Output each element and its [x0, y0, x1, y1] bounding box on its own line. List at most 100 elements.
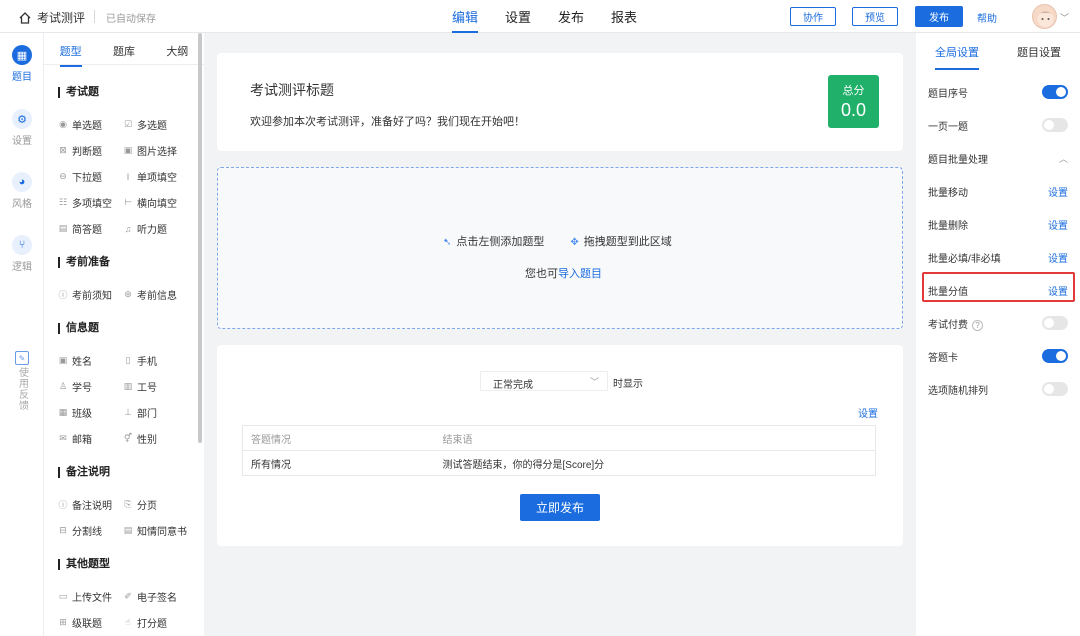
batch-delete-settings-link[interactable]: 设置	[1048, 217, 1068, 232]
setting-answer-card: 答题卡	[928, 347, 1068, 365]
qtype-label: 打分题	[137, 619, 167, 630]
nav-tab-settings[interactable]: 设置	[505, 7, 531, 33]
qtype-page[interactable]: ⎘ 分页	[123, 497, 157, 512]
radio-icon: ◉	[59, 119, 67, 129]
qtype-class[interactable]: ▦ 班级	[58, 405, 92, 420]
collaborate-button[interactable]: 协作	[790, 7, 836, 26]
publish-button[interactable]: 发布	[915, 6, 963, 27]
paid-toggle[interactable]	[1042, 316, 1068, 330]
tab-label: 题库	[112, 46, 135, 58]
qtype-phone[interactable]: ▯ 手机	[123, 353, 157, 368]
image-icon: ▣	[123, 145, 133, 155]
tab-question-settings[interactable]: 题目设置	[998, 33, 1080, 71]
section-info: 信息题	[58, 323, 99, 334]
completion-select[interactable]: 正常完成 ﹀	[480, 371, 608, 391]
rail-label: 设置	[12, 136, 32, 147]
show-when-label: 时显示	[613, 379, 643, 390]
answer-card-toggle[interactable]	[1042, 349, 1068, 363]
feedback-button[interactable]: ✎ 使用反馈	[14, 351, 30, 411]
qtype-divider[interactable]: ⊟ 分割线	[58, 523, 102, 538]
one-per-page-toggle[interactable]	[1042, 118, 1068, 132]
chevron-up-icon[interactable]: ︿	[1059, 152, 1068, 165]
tab-question-types[interactable]: 题型	[44, 33, 97, 67]
import-questions-link[interactable]: 导入题目	[558, 268, 602, 280]
qtype-label: 姓名	[72, 357, 92, 368]
checkbox-icon: ☑	[123, 119, 133, 129]
nav-tab-report[interactable]: 报表	[611, 7, 637, 33]
qtype-multi[interactable]: ☑ 多选题	[123, 117, 167, 132]
home-link[interactable]: 考试测评	[18, 9, 85, 26]
end-settings-link[interactable]: 设置	[858, 405, 878, 420]
qtype-jobno[interactable]: ▥ 工号	[123, 379, 157, 394]
qtype-name[interactable]: ▣ 姓名	[58, 353, 92, 368]
qtype-judge[interactable]: ⊠ 判断题	[58, 143, 102, 158]
question-drop-zone[interactable]: ➷ 点击左侧添加题型 ✥ 拖拽题型到此区域 您也可导入题目	[217, 167, 903, 329]
qtype-examinfo[interactable]: ⊛ 考前信息	[123, 287, 177, 302]
drop-hints: ➷ 点击左侧添加题型 ✥ 拖拽题型到此区域	[443, 233, 672, 249]
qtype-label: 学号	[72, 383, 92, 394]
feedback-label: 使用反馈	[16, 367, 28, 411]
total-score-badge: 总分 0.0	[828, 75, 879, 128]
nav-tab-publish[interactable]: 发布	[558, 7, 584, 33]
qtype-multifill[interactable]: ☷ 多项填空	[58, 195, 112, 210]
pen-icon: ✐	[124, 591, 132, 601]
qtype-image[interactable]: ▣ 图片选择	[123, 143, 177, 158]
hint-text: 点击左侧添加题型	[456, 236, 545, 248]
cascade-icon: ⊞	[59, 617, 67, 627]
qtype-sid[interactable]: ♙ 学号	[58, 379, 92, 394]
tab-label: 题目设置	[1017, 47, 1061, 59]
tab-label: 全局设置	[935, 44, 979, 70]
rail-item-questions[interactable]: ▦ 题目	[0, 45, 44, 83]
tab-global-settings[interactable]: 全局设置	[916, 33, 998, 71]
qtype-consent[interactable]: ▤ 知情同意书	[123, 523, 187, 538]
rail-item-settings[interactable]: ⚙ 设置	[0, 109, 44, 147]
qtype-label: 下拉题	[72, 173, 102, 184]
qtype-label: 备注说明	[72, 501, 112, 512]
qtype-cascade[interactable]: ⊞ 级联题	[58, 615, 102, 630]
qtype-remark[interactable]: ⓘ 备注说明	[58, 497, 112, 512]
chevron-down-icon[interactable]: ﹀	[1060, 11, 1069, 24]
import-prefix: 您也可	[525, 268, 558, 280]
question-panel-scrollbar[interactable]	[198, 33, 202, 443]
qtype-single[interactable]: ◉ 单选题	[58, 117, 102, 132]
qtype-fill[interactable]: I 单项填空	[123, 169, 177, 185]
batch-required-settings-link[interactable]: 设置	[1048, 250, 1068, 265]
qtype-sign[interactable]: ✐ 电子签名	[123, 589, 177, 604]
judge-icon: ⊠	[59, 145, 67, 155]
preview-button[interactable]: 预览	[852, 7, 898, 26]
help-icon[interactable]: ?	[972, 319, 983, 331]
batch-move-settings-link[interactable]: 设置	[1048, 184, 1068, 199]
settings-panel: 全局设置 题目设置 题目序号 一页一题 题目批量处理 ︿ 批量移动 设置 批量删…	[916, 33, 1080, 636]
qtype-dropdown[interactable]: ⊖ 下拉题	[58, 169, 102, 184]
exam-header-card[interactable]: 考试测评标题 欢迎参加本次考试测评，准备好了吗？我们现在开始吧！ 总分 0.0	[217, 53, 903, 151]
qtype-label: 听力题	[137, 225, 167, 236]
nav-tab-edit[interactable]: 编辑	[452, 7, 479, 33]
table-row[interactable]: 所有情况 测试答题结束，你的得分是[Score]分	[242, 450, 876, 476]
rail-item-logic[interactable]: ⑂ 逻辑	[0, 235, 44, 273]
qtype-email[interactable]: ✉ 邮箱	[58, 431, 92, 446]
tab-outline[interactable]: 大纲	[151, 33, 204, 64]
multi-fill-icon: ☷	[58, 197, 68, 207]
help-link[interactable]: 帮助	[977, 10, 997, 25]
qtype-label: 知情同意书	[137, 527, 187, 538]
numbering-toggle[interactable]	[1042, 85, 1068, 99]
exam-description[interactable]: 欢迎参加本次考试测评，准备好了吗？我们现在开始吧！	[250, 113, 525, 129]
avatar[interactable]	[1032, 4, 1057, 29]
setting-label: 题目批量处理	[928, 154, 988, 166]
qtype-short[interactable]: ▤ 简答题	[58, 221, 102, 236]
info-circle-icon: ⊛	[124, 289, 132, 299]
exam-title[interactable]: 考试测评标题	[250, 80, 334, 100]
tab-question-bank[interactable]: 题库	[97, 33, 150, 64]
rail-item-style[interactable]: ◕ 风格	[0, 172, 44, 210]
qtype-gender[interactable]: ⚥ 性别	[123, 431, 157, 446]
random-options-toggle[interactable]	[1042, 382, 1068, 396]
qtype-upload[interactable]: ▭ 上传文件	[58, 589, 112, 604]
qtype-hfill[interactable]: ⊢ 横向填空	[123, 195, 177, 210]
edit-icon: ✎	[15, 351, 29, 365]
qtype-rate[interactable]: ☝ 打分题	[123, 615, 167, 630]
qtype-listen[interactable]: ♫ 听力题	[123, 221, 167, 237]
publish-now-button[interactable]: 立即发布	[520, 494, 600, 521]
qtype-notice[interactable]: ⓘ 考前须知	[58, 287, 112, 302]
setting-batch-group[interactable]: 题目批量处理 ︿	[928, 149, 1068, 167]
qtype-dept[interactable]: ⊥ 部门	[123, 405, 157, 420]
